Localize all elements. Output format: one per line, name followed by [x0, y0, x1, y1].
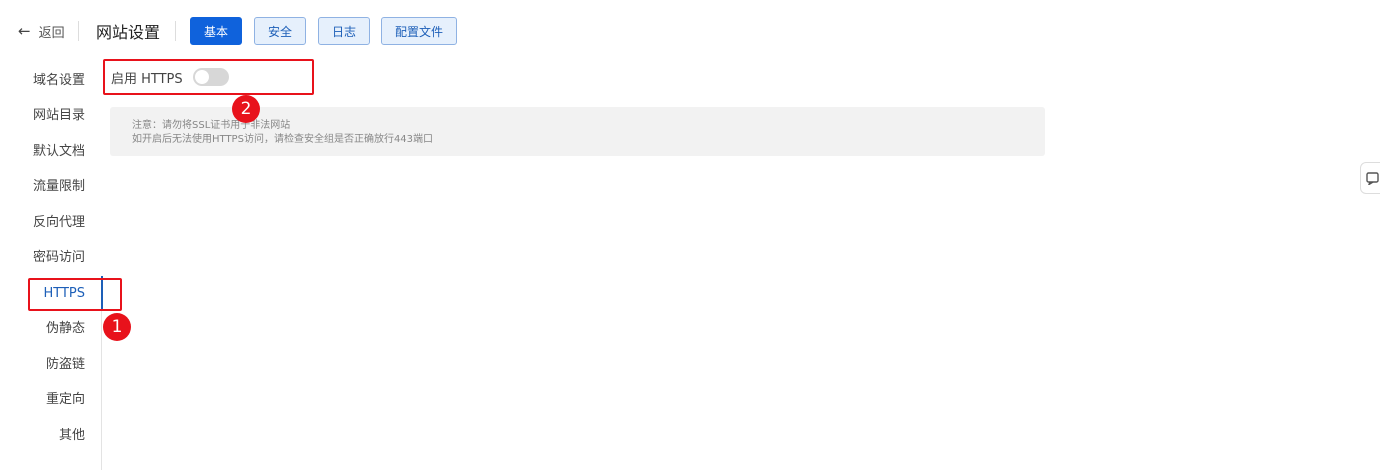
tab-security[interactable]: 安全 [254, 17, 307, 45]
sidebar-item-redirect[interactable]: 重定向 [46, 389, 85, 411]
sidebar-item-other[interactable]: 其他 [59, 425, 85, 447]
annotation-step-2: 2 [232, 95, 260, 123]
annotation-box-https-menu [28, 278, 122, 311]
page-title: 网站设置 [96, 23, 161, 42]
sidebar-item-hotlink-protection[interactable]: 防盗链 [46, 354, 85, 376]
annotation-box-https-toggle [103, 59, 314, 95]
sidebar: 域名设置 网站目录 默认文档 流量限制 反向代理 密码访问 HTTPS 伪静态 … [0, 62, 103, 470]
sidebar-item-rewrite[interactable]: 伪静态 [46, 318, 85, 340]
sidebar-item-password-access[interactable]: 密码访问 [33, 247, 85, 269]
annotation-step-1: 1 [103, 313, 131, 341]
sidebar-item-reverse-proxy[interactable]: 反向代理 [33, 212, 85, 234]
sidebar-item-site-directory[interactable]: 网站目录 [33, 105, 85, 127]
tab-logs[interactable]: 日志 [318, 17, 371, 45]
back-button[interactable]: ← 返回 [18, 20, 65, 42]
sidebar-item-domain[interactable]: 域名设置 [33, 70, 85, 92]
site-settings-page: ← 返回 网站设置 基本 安全 日志 配置文件 域名设置 网站目录 默认文档 流… [0, 0, 1380, 470]
feedback-icon [1366, 172, 1379, 185]
sidebar-item-traffic-limit[interactable]: 流量限制 [33, 176, 85, 198]
tab-basic[interactable]: 基本 [190, 17, 243, 45]
header: ← 返回 网站设置 基本 安全 日志 配置文件 [0, 0, 1380, 62]
notice-line: 注意：请勿将SSL证书用于非法网站 [132, 120, 291, 131]
back-label: 返回 [38, 25, 65, 41]
tab-config-file[interactable]: 配置文件 [381, 17, 458, 45]
divider [175, 21, 176, 41]
notice-line: 如开启后无法使用HTTPS访问，请检查安全组是否正确放行443端口 [132, 134, 434, 145]
sidebar-item-default-document[interactable]: 默认文档 [33, 141, 85, 163]
arrow-left-icon: ← [18, 22, 31, 40]
divider [78, 21, 79, 41]
feedback-button[interactable] [1360, 162, 1380, 194]
